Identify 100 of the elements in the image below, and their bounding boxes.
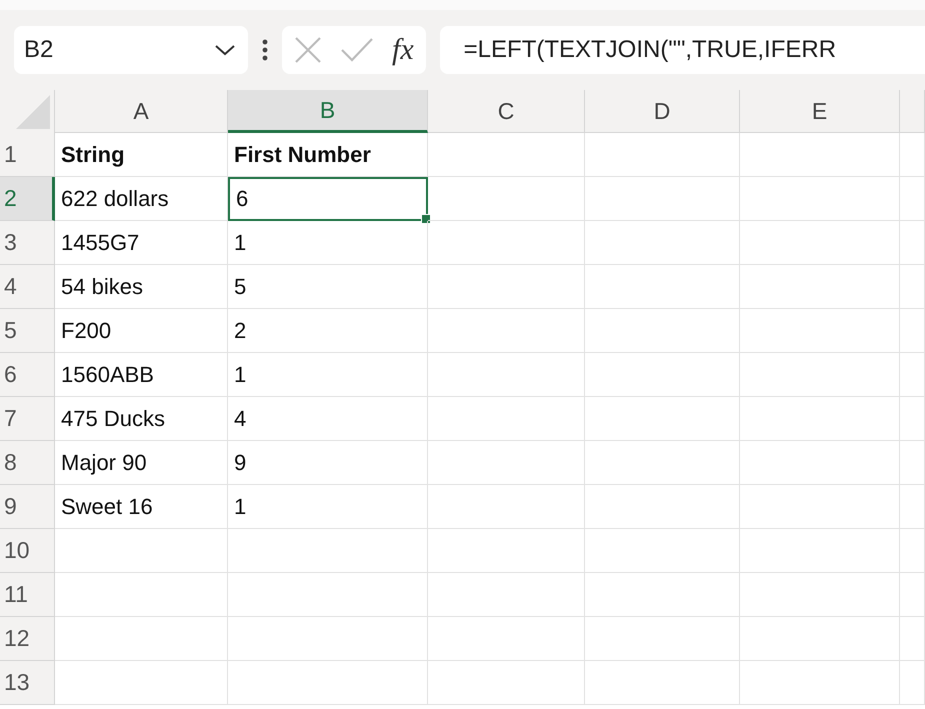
table-cell[interactable] — [740, 617, 900, 661]
row-header[interactable]: 9 — [0, 485, 55, 529]
table-cell[interactable] — [900, 221, 925, 265]
column-header[interactable]: E — [740, 90, 900, 133]
table-cell[interactable] — [585, 573, 740, 617]
row-header[interactable]: 2 — [0, 177, 55, 221]
table-cell[interactable]: 1560ABB — [55, 353, 228, 397]
table-cell[interactable] — [428, 177, 585, 221]
more-options-icon[interactable] — [262, 38, 268, 62]
row-header[interactable]: 6 — [0, 353, 55, 397]
row-header[interactable]: 10 — [0, 529, 55, 573]
table-cell[interactable] — [740, 397, 900, 441]
table-cell[interactable] — [900, 529, 925, 573]
table-cell[interactable] — [585, 617, 740, 661]
table-cell[interactable] — [585, 221, 740, 265]
table-cell[interactable] — [55, 573, 228, 617]
table-cell[interactable] — [900, 617, 925, 661]
insert-function-button[interactable]: fx — [392, 33, 414, 67]
checkmark-icon[interactable] — [340, 37, 374, 63]
table-cell[interactable] — [740, 441, 900, 485]
table-cell[interactable] — [428, 133, 585, 177]
table-cell[interactable] — [900, 353, 925, 397]
table-cell[interactable] — [900, 309, 925, 353]
table-cell[interactable]: 4 — [228, 397, 428, 441]
row-header[interactable]: 13 — [0, 661, 55, 705]
table-cell[interactable] — [585, 485, 740, 529]
chevron-down-icon[interactable] — [214, 43, 236, 57]
table-cell[interactable] — [55, 661, 228, 705]
table-cell[interactable] — [228, 573, 428, 617]
column-header[interactable] — [900, 90, 925, 133]
table-cell[interactable]: First Number — [228, 133, 428, 177]
table-cell[interactable] — [900, 485, 925, 529]
table-cell[interactable]: 2 — [228, 309, 428, 353]
table-cell[interactable]: F200 — [55, 309, 228, 353]
table-cell[interactable] — [428, 441, 585, 485]
row-header[interactable]: 3 — [0, 221, 55, 265]
row-header[interactable]: 5 — [0, 309, 55, 353]
row-header[interactable]: 11 — [0, 573, 55, 617]
table-cell[interactable]: 1455G7 — [55, 221, 228, 265]
table-cell[interactable] — [900, 573, 925, 617]
table-cell[interactable] — [900, 397, 925, 441]
table-cell[interactable] — [740, 485, 900, 529]
table-cell[interactable] — [428, 221, 585, 265]
table-cell[interactable] — [55, 617, 228, 661]
table-cell[interactable] — [585, 529, 740, 573]
table-cell[interactable]: 6 — [228, 177, 428, 221]
table-cell[interactable] — [740, 177, 900, 221]
table-cell[interactable] — [585, 133, 740, 177]
table-cell[interactable]: 9 — [228, 441, 428, 485]
cancel-icon[interactable] — [294, 36, 322, 64]
table-cell[interactable] — [585, 661, 740, 705]
table-cell[interactable] — [740, 661, 900, 705]
table-cell[interactable] — [585, 397, 740, 441]
table-cell[interactable] — [900, 265, 925, 309]
table-cell[interactable]: Sweet 16 — [55, 485, 228, 529]
table-cell[interactable] — [585, 441, 740, 485]
formula-field[interactable]: =LEFT(TEXTJOIN("",TRUE,IFERR — [440, 26, 925, 74]
table-cell[interactable]: String — [55, 133, 228, 177]
table-cell[interactable] — [900, 441, 925, 485]
row-header[interactable]: 4 — [0, 265, 55, 309]
table-cell[interactable]: 475 Ducks — [55, 397, 228, 441]
table-cell[interactable]: 622 dollars — [55, 177, 228, 221]
table-cell[interactable] — [740, 221, 900, 265]
table-cell[interactable] — [228, 617, 428, 661]
fill-handle[interactable] — [421, 214, 431, 224]
table-cell[interactable] — [55, 529, 228, 573]
table-cell[interactable] — [740, 353, 900, 397]
table-cell[interactable] — [428, 485, 585, 529]
table-cell[interactable] — [585, 309, 740, 353]
table-cell[interactable] — [740, 529, 900, 573]
table-cell[interactable] — [900, 177, 925, 221]
table-cell[interactable]: 1 — [228, 353, 428, 397]
table-cell[interactable] — [585, 177, 740, 221]
table-cell[interactable] — [428, 265, 585, 309]
table-cell[interactable] — [428, 573, 585, 617]
row-header[interactable]: 7 — [0, 397, 55, 441]
table-cell[interactable]: 5 — [228, 265, 428, 309]
table-cell[interactable] — [428, 661, 585, 705]
table-cell[interactable] — [428, 309, 585, 353]
table-cell[interactable]: 1 — [228, 221, 428, 265]
table-cell[interactable] — [428, 529, 585, 573]
table-cell[interactable] — [228, 529, 428, 573]
row-header[interactable]: 1 — [0, 133, 55, 177]
column-header[interactable]: B — [228, 90, 428, 133]
table-cell[interactable] — [900, 661, 925, 705]
table-cell[interactable]: 1 — [228, 485, 428, 529]
table-cell[interactable]: Major 90 — [55, 441, 228, 485]
name-box[interactable]: B2 — [14, 26, 248, 74]
table-cell[interactable] — [740, 265, 900, 309]
table-cell[interactable] — [740, 309, 900, 353]
table-cell[interactable]: 54 bikes — [55, 265, 228, 309]
column-header[interactable]: D — [585, 90, 740, 133]
row-header[interactable]: 8 — [0, 441, 55, 485]
row-header[interactable]: 12 — [0, 617, 55, 661]
table-cell[interactable] — [585, 265, 740, 309]
table-cell[interactable] — [428, 397, 585, 441]
table-cell[interactable] — [740, 573, 900, 617]
table-cell[interactable] — [900, 133, 925, 177]
table-cell[interactable] — [585, 353, 740, 397]
table-cell[interactable] — [428, 353, 585, 397]
